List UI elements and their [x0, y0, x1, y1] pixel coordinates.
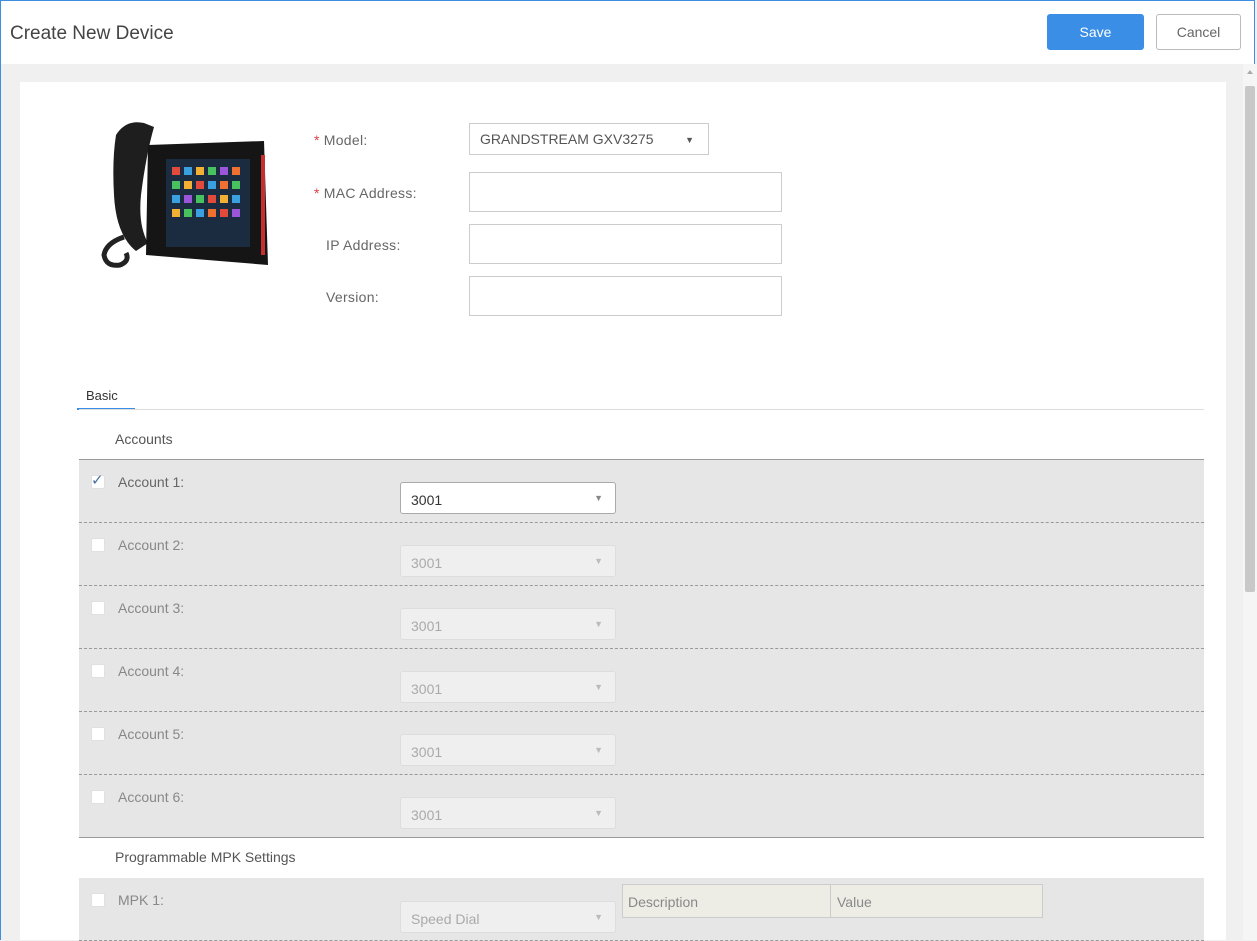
- account-checkbox[interactable]: [91, 538, 105, 552]
- account-select[interactable]: 3001 ▼: [400, 671, 616, 703]
- account-select[interactable]: 3001 ▼: [400, 482, 616, 514]
- model-label: * Model:: [314, 132, 368, 148]
- dropdown-caret-icon: ▼: [594, 745, 603, 755]
- scrollbar-thumb[interactable]: [1245, 86, 1255, 592]
- version-label: Version:: [326, 289, 379, 305]
- save-button[interactable]: Save: [1047, 14, 1144, 50]
- tab-divider: [79, 409, 1204, 410]
- account-checkbox[interactable]: [91, 727, 105, 741]
- mac-address-input[interactable]: [469, 172, 782, 212]
- dropdown-caret-icon: ▼: [594, 808, 603, 818]
- account-row: Account 5: 3001 ▼: [79, 712, 1204, 775]
- dropdown-caret-icon: ▼: [685, 135, 694, 145]
- account-checkbox[interactable]: [91, 790, 105, 804]
- page-title: Create New Device: [10, 23, 174, 44]
- mpk-value-input[interactable]: Value: [830, 884, 1043, 918]
- account-label: Account 1:: [118, 474, 185, 490]
- account-row: Account 4: 3001 ▼: [79, 649, 1204, 712]
- tab-basic[interactable]: Basic: [77, 386, 135, 410]
- account-select[interactable]: 3001 ▼: [400, 797, 616, 829]
- header-bar: Create New Device Save Cancel: [0, 0, 1255, 64]
- cancel-button[interactable]: Cancel: [1156, 14, 1241, 50]
- account-row: Account 6: 3001 ▼: [79, 775, 1204, 838]
- mpk-row: MPK 1: Speed Dial ▼ Description Value: [79, 878, 1204, 941]
- version-input[interactable]: [469, 276, 782, 316]
- account-label: Account 2:: [118, 537, 185, 553]
- account-label: Account 5:: [118, 726, 185, 742]
- account-checkbox[interactable]: [91, 601, 105, 615]
- required-mark: *: [314, 185, 320, 201]
- mac-address-label: * MAC Address:: [314, 185, 417, 201]
- account-row: Account 2: 3001 ▼: [79, 523, 1204, 586]
- account-select[interactable]: 3001 ▼: [400, 734, 616, 766]
- account-checkbox[interactable]: [91, 664, 105, 678]
- mpk-description-input[interactable]: Description: [622, 884, 831, 918]
- ip-address-label: IP Address:: [326, 237, 401, 253]
- dropdown-caret-icon: ▼: [594, 912, 603, 922]
- dropdown-caret-icon: ▼: [594, 619, 603, 629]
- phone-device-image: [101, 122, 268, 268]
- model-select[interactable]: GRANDSTREAM GXV3275 ▼: [469, 123, 709, 155]
- account-select[interactable]: 3001 ▼: [400, 608, 616, 640]
- dropdown-caret-icon: ▼: [594, 556, 603, 566]
- mpk-label: MPK 1:: [118, 892, 164, 908]
- account-row: ✓ Account 1: 3001 ▼: [79, 460, 1204, 523]
- account-label: Account 3:: [118, 600, 185, 616]
- account-label: Account 6:: [118, 789, 185, 805]
- required-mark: *: [314, 132, 320, 148]
- account-row: Account 3: 3001 ▼: [79, 586, 1204, 649]
- dropdown-caret-icon: ▼: [594, 493, 603, 503]
- check-icon: ✓: [91, 472, 104, 489]
- accounts-section-title: Accounts: [115, 431, 173, 447]
- mpk-checkbox[interactable]: [91, 893, 105, 907]
- account-checkbox[interactable]: ✓: [91, 472, 105, 489]
- mpk-section-title: Programmable MPK Settings: [115, 849, 296, 865]
- scroll-up-arrow-icon[interactable]: [1247, 70, 1253, 74]
- account-select[interactable]: 3001 ▼: [400, 545, 616, 577]
- mpk-type-select[interactable]: Speed Dial ▼: [400, 901, 616, 933]
- account-label: Account 4:: [118, 663, 185, 679]
- ip-address-input[interactable]: [469, 224, 782, 264]
- dropdown-caret-icon: ▼: [594, 682, 603, 692]
